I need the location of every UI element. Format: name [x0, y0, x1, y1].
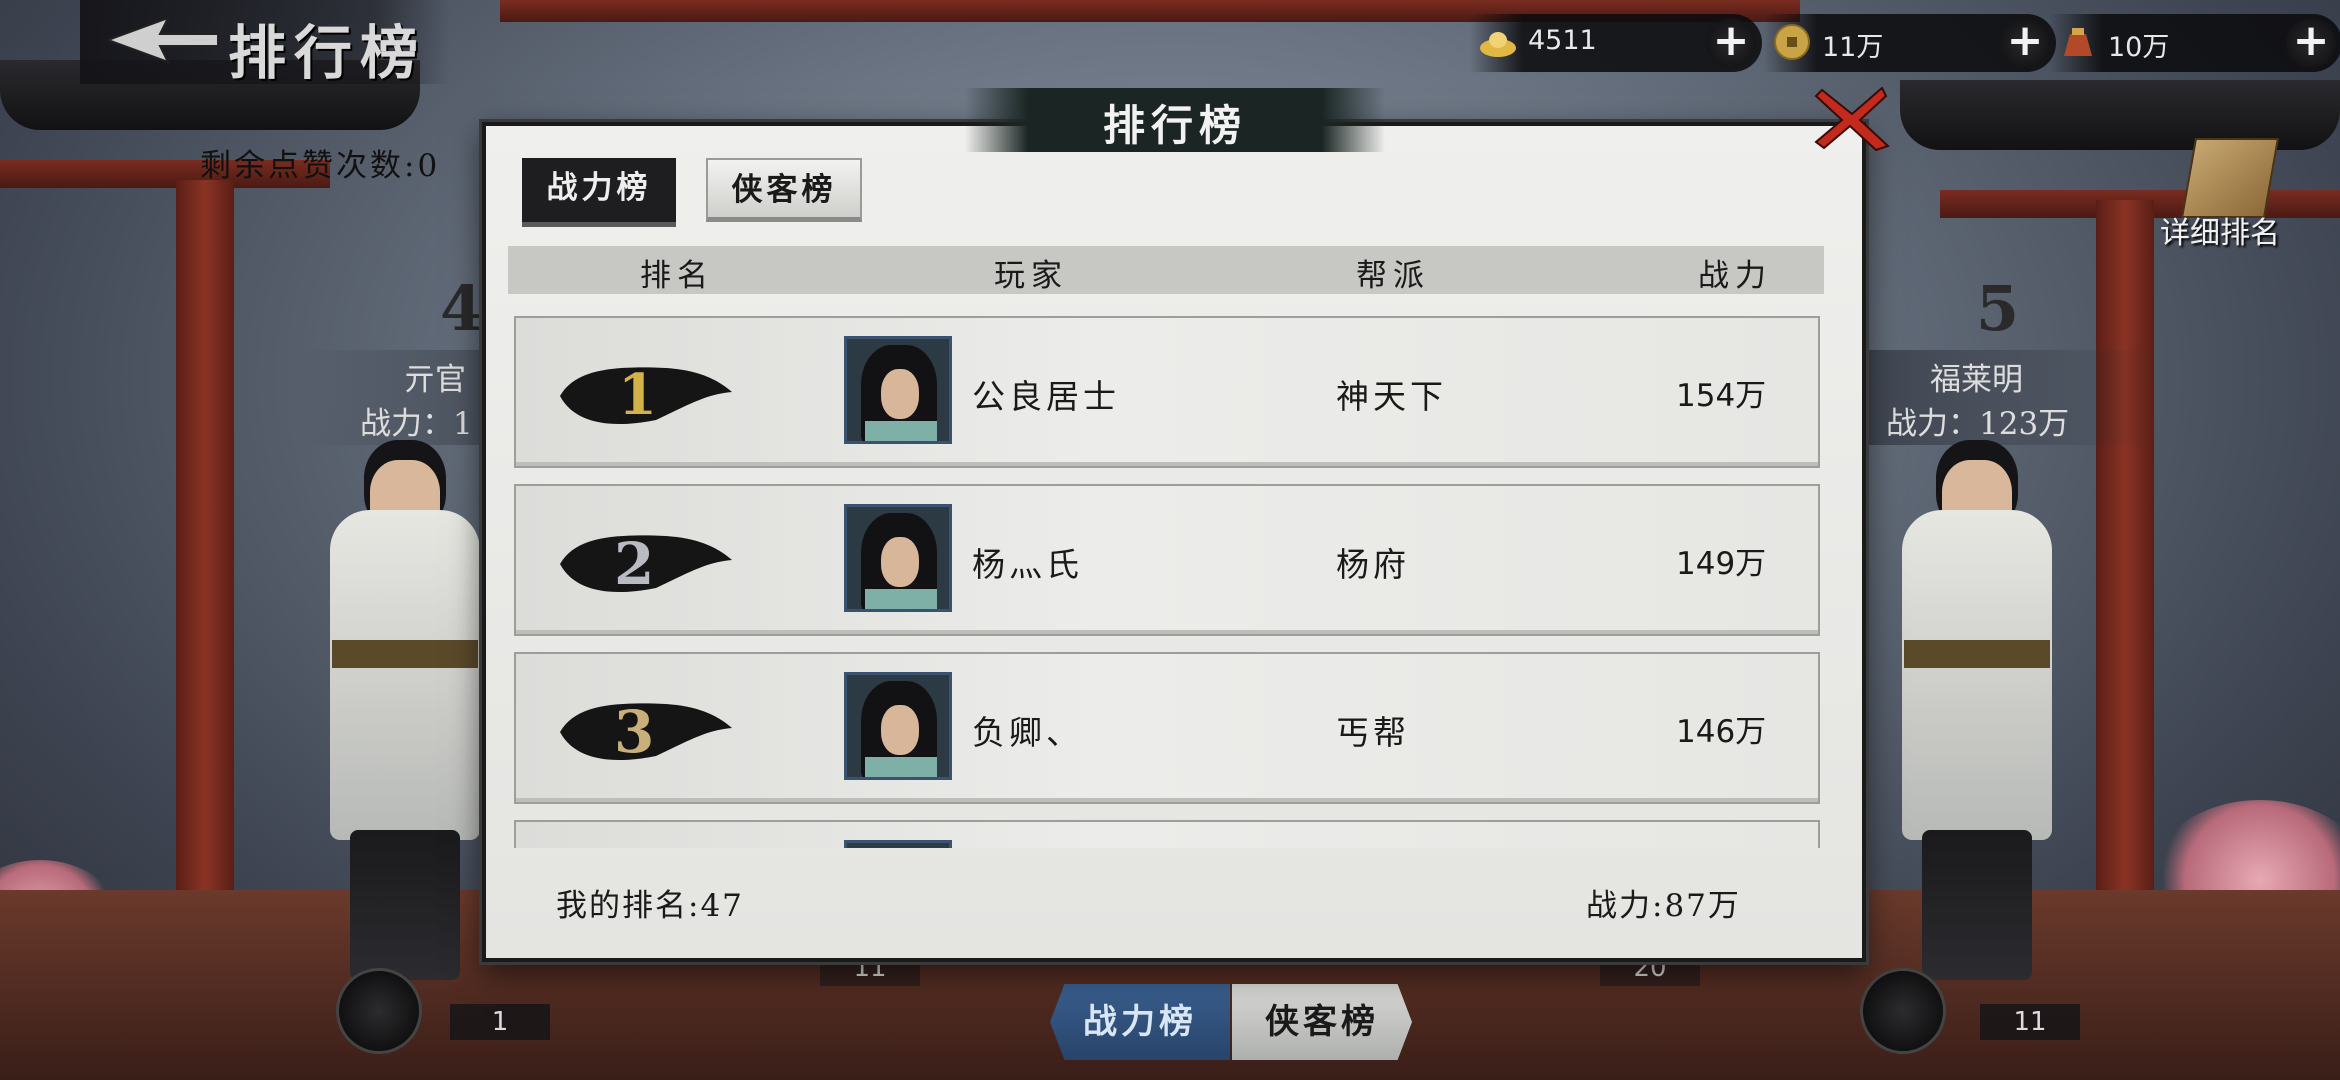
svg-text:3: 3	[614, 698, 654, 766]
svg-text:2: 2	[614, 530, 654, 598]
guild-name: 神天下	[1336, 377, 1447, 416]
column-player: 玩家	[994, 258, 1068, 294]
right-player-power: 战力：123万	[1886, 406, 2070, 442]
column-header: 排名 玩家 帮派 战力	[508, 246, 1824, 294]
detail-rank-label: 详细排名	[2160, 216, 2280, 251]
coin-icon	[1774, 24, 1810, 60]
avatar[interactable]	[844, 336, 952, 444]
coin-value: 11万	[1822, 32, 1884, 63]
table-row[interactable]: 1 公良居士 神天下 154万	[514, 316, 1820, 468]
player-name[interactable]: 杨灬氏	[972, 538, 1083, 586]
avatar[interactable]	[844, 504, 952, 612]
player-power: 146万	[1676, 714, 1767, 750]
player-power: 154万	[1676, 378, 1767, 414]
left-pillar	[176, 180, 234, 940]
table-row-partial[interactable]	[514, 820, 1820, 848]
book-icon	[2180, 138, 2280, 218]
left-player-name: 亓官	[404, 362, 466, 398]
left-pedestal-count: 1	[450, 1004, 550, 1040]
right-hero-figure[interactable]	[1862, 450, 2092, 980]
gold-ingot-icon	[1480, 32, 1516, 57]
right-pedestal-count: 11	[1980, 1004, 2080, 1040]
bottom-tab-hero[interactable]: 侠客榜	[1232, 984, 1412, 1060]
modal-title: 排行榜	[1102, 101, 1247, 150]
svg-text:1: 1	[618, 362, 657, 428]
currency-gold: 4511 +	[1470, 14, 1762, 72]
bottom-tab-power[interactable]: 战力榜	[1050, 984, 1230, 1060]
currency-coin: 11万 +	[1764, 14, 2056, 72]
ranking-list[interactable]: 1 公良居士 神天下 154万 2 杨灬氏 杨府 149万 3 负卿、 丐帮 1…	[514, 316, 1820, 848]
my-power: 战力:87万	[1586, 888, 1741, 924]
right-rank-number: 5	[1976, 272, 2020, 345]
likes-remaining: 剩余点赞次数:0	[200, 148, 441, 184]
right-orb-icon[interactable]	[1860, 968, 1946, 1054]
bag-value: 10万	[2108, 32, 2170, 63]
right-player-card: 福莱明 战力：123万	[1860, 350, 2160, 445]
right-pillar	[2096, 200, 2154, 940]
avatar[interactable]	[844, 672, 952, 780]
add-gold-button[interactable]: +	[1706, 18, 1756, 68]
tab-power-ranking[interactable]: 战力榜	[522, 158, 676, 227]
table-row[interactable]: 3 负卿、 丐帮 146万	[514, 652, 1820, 804]
player-name[interactable]: 公良居士	[972, 370, 1120, 418]
money-bag-icon	[2064, 28, 2092, 56]
page-title: 排行榜	[228, 19, 427, 87]
table-row[interactable]: 2 杨灬氏 杨府 149万	[514, 484, 1820, 636]
player-name[interactable]: 负卿、	[972, 706, 1083, 754]
tab-hero-ranking[interactable]: 侠客榜	[706, 158, 862, 222]
back-arrow-icon[interactable]	[108, 14, 218, 66]
add-bag-button[interactable]: +	[2286, 18, 2336, 68]
column-rank: 排名	[640, 258, 714, 294]
left-player-power: 战力：1	[360, 406, 473, 442]
guild-name: 丐帮	[1336, 713, 1410, 752]
gold-value: 4511	[1528, 25, 1597, 56]
right-player-name: 福莱明	[1930, 362, 2023, 398]
rank-2-brush-icon: 2	[560, 530, 732, 598]
player-power: 149万	[1676, 546, 1767, 582]
rank-3-brush-icon: 3	[560, 698, 732, 766]
my-rank: 我的排名:47	[556, 888, 744, 924]
column-guild: 帮派	[1356, 258, 1430, 294]
avatar[interactable]	[844, 840, 952, 848]
currency-bag: 10万 +	[2050, 14, 2340, 72]
add-coin-button[interactable]: +	[2000, 18, 2050, 68]
detail-rank-button[interactable]: 详细排名	[2160, 132, 2300, 252]
rank-1-brush-icon: 1	[560, 362, 732, 428]
close-icon[interactable]	[1812, 84, 1892, 154]
left-orb-icon[interactable]	[336, 968, 422, 1054]
guild-name: 杨府	[1336, 545, 1410, 584]
column-power: 战力	[1698, 258, 1772, 294]
left-rank-number: 4	[440, 272, 484, 345]
